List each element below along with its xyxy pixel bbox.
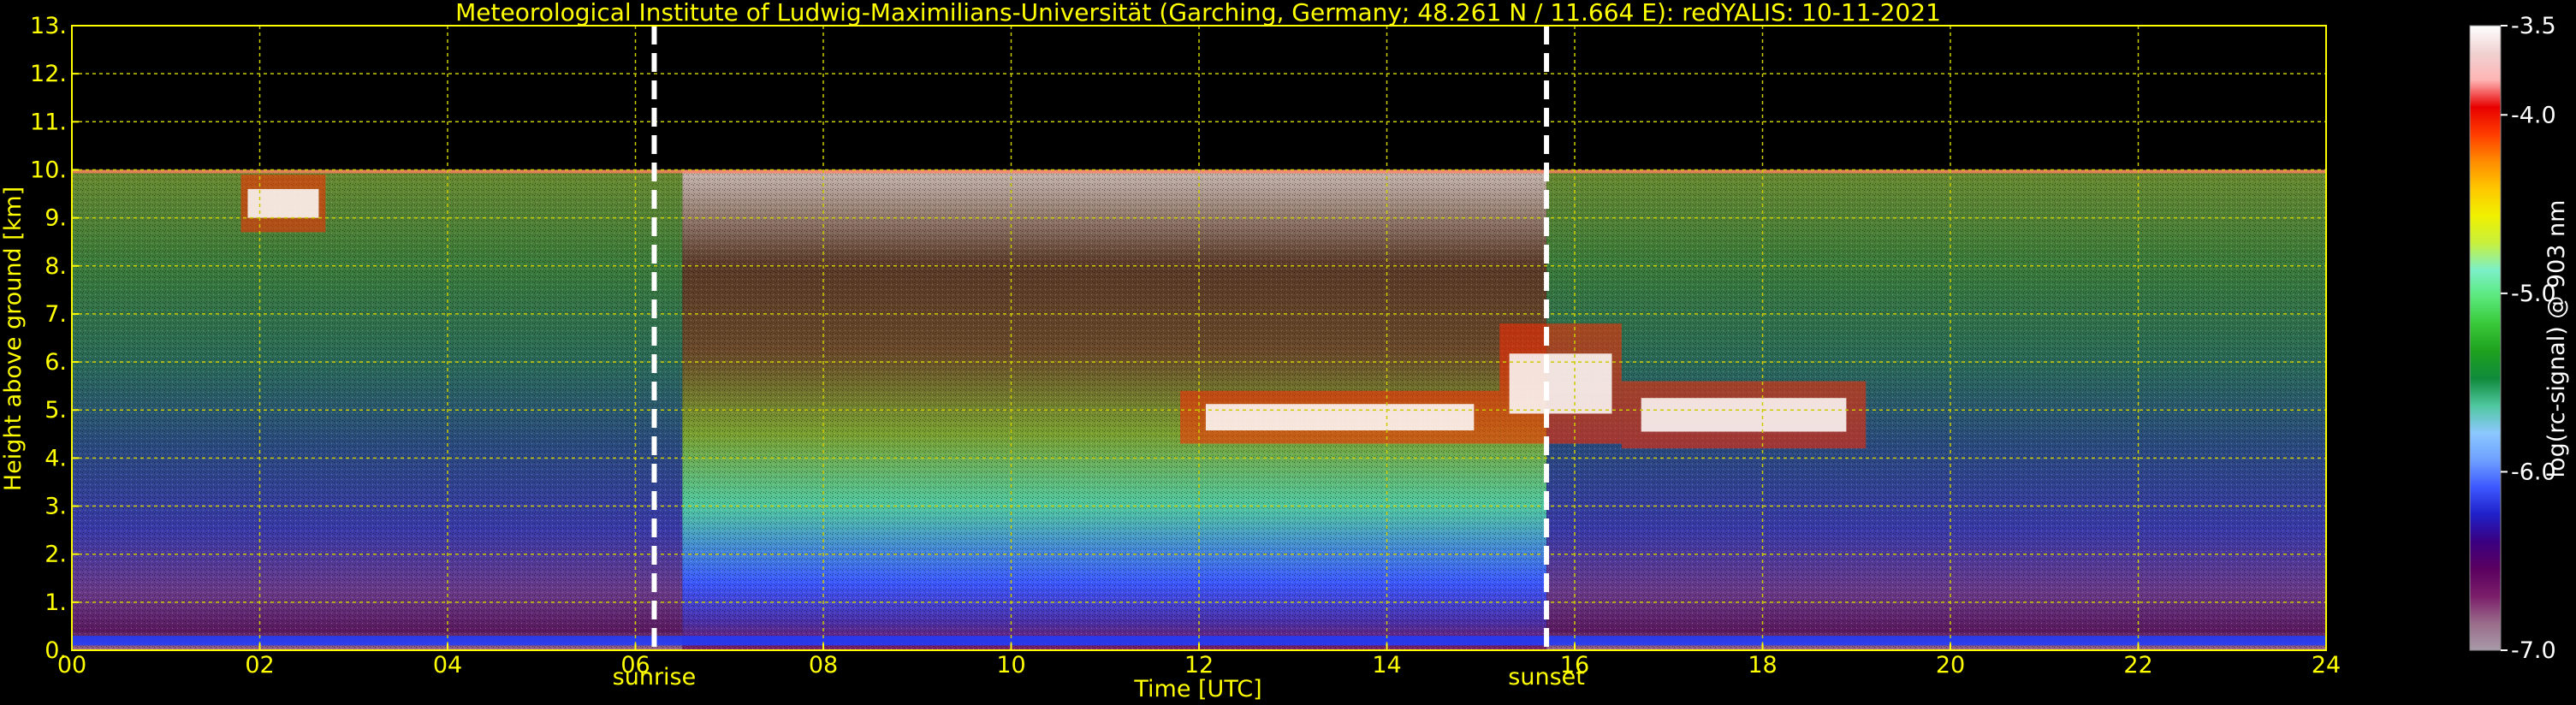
colorbar-tick-label: -3.5 <box>2511 13 2556 39</box>
x-tick-label: 22 <box>2123 652 2152 678</box>
x-tick-label: 08 <box>809 652 838 678</box>
cloud-feature <box>1499 323 1622 444</box>
cloud-feature <box>1621 381 1867 449</box>
y-tick-label: 10. <box>30 157 67 183</box>
y-axis-label: Height above ground [km] <box>0 187 27 491</box>
x-tick-label: 20 <box>1936 652 1965 678</box>
cloud-feature <box>240 175 326 233</box>
y-tick-label: 4. <box>45 445 67 471</box>
ceilometer-chart: sunrise sunset 00 02 04 06 08 10 12 14 16 18 20 22 24… <box>0 0 2570 702</box>
x-axis-label: Time [UTC] <box>1133 676 1261 702</box>
chart-title: Meteorological Institute of Ludwig-Maxim… <box>455 0 1941 27</box>
x-tick-label: 18 <box>1748 652 1777 678</box>
x-tick-label: 12 <box>1184 652 1214 678</box>
y-tick-label: 9. <box>45 205 67 232</box>
colorbar-label: log(rc-signal) @ 903 nm <box>2543 200 2570 478</box>
y-tick-label: 12. <box>30 61 67 87</box>
cloud-feature <box>1180 390 1500 444</box>
x-tick-label: 16 <box>1560 652 1589 678</box>
colorbar-scale <box>2469 25 2502 651</box>
x-tick-label: 10 <box>996 652 1025 678</box>
x-tick-label: 14 <box>1372 652 1401 678</box>
y-tick-label: 6. <box>45 349 67 376</box>
y-tick-label: 11. <box>30 109 67 135</box>
y-tick-label: 3. <box>45 494 67 520</box>
y-tick-label: 0. <box>45 637 67 664</box>
x-tick-label: 02 <box>245 652 274 678</box>
cloud-core <box>1205 404 1475 431</box>
x-tick-label: 04 <box>433 652 462 678</box>
cloud-core <box>247 188 319 218</box>
x-tick-label: 24 <box>2312 652 2341 678</box>
colorbar-tick-label: -7.0 <box>2511 637 2556 664</box>
y-tick-label: 1. <box>45 589 67 616</box>
x-tick-label: 06 <box>620 652 650 678</box>
y-tick-label: 2. <box>45 542 67 568</box>
y-tick-label: 7. <box>45 301 67 328</box>
colorbar-tick-label: -4.0 <box>2511 102 2556 128</box>
y-tick-label: 5. <box>45 397 67 424</box>
y-tick-label: 13. <box>30 13 67 39</box>
plot-area <box>72 26 2326 650</box>
cloud-core <box>1641 398 1847 432</box>
y-tick-label: 8. <box>45 253 67 280</box>
